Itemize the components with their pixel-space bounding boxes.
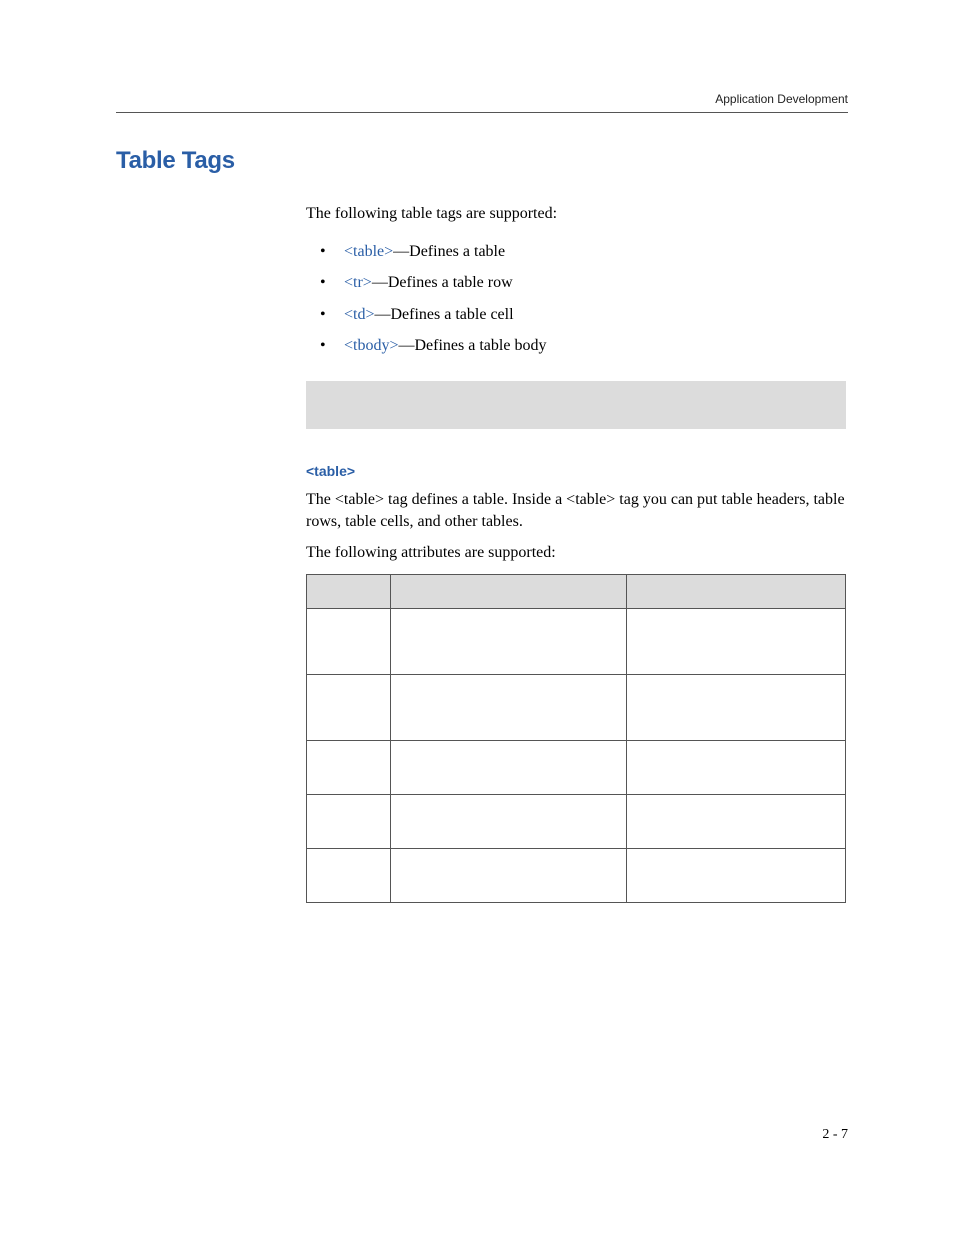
subheading-table: <table> [306,463,846,479]
list-item: <td>—Defines a table cell [306,304,846,326]
table-header-row [307,574,846,608]
header-rule [116,112,848,113]
table-cell [391,848,627,902]
table-cell [627,674,846,740]
page: Application Development Table Tags The f… [0,0,954,1235]
table-cell [307,794,391,848]
note-box [306,381,846,429]
table-cell [307,740,391,794]
list-item: <tbody>—Defines a table body [306,335,846,357]
link-table[interactable]: <table> [344,243,393,260]
table-cell [307,848,391,902]
list-item-desc: —Defines a table [393,243,505,260]
table-cell [391,740,627,794]
table-cell [391,608,627,674]
table-header-cell [627,574,846,608]
table-paragraph-2: The following attributes are supported: [306,542,846,564]
link-td[interactable]: <td> [344,306,375,323]
table-header-cell [391,574,627,608]
table-cell [627,608,846,674]
table-cell [627,848,846,902]
table-cell [627,740,846,794]
link-tr[interactable]: <tr> [344,274,372,291]
list-item-desc: —Defines a table body [399,337,547,354]
table-row [307,740,846,794]
list-item-desc: —Defines a table cell [375,306,514,323]
intro-paragraph: The following table tags are supported: [306,203,846,225]
table-paragraph-1: The <table> tag defines a table. Inside … [306,489,846,532]
section-title: Table Tags [116,147,848,175]
table-cell [391,674,627,740]
list-item: <table>—Defines a table [306,241,846,263]
table-cell [391,794,627,848]
table-row [307,848,846,902]
page-number: 2 - 7 [822,1127,848,1143]
running-head: Application Development [116,92,848,106]
list-item-desc: —Defines a table row [372,274,513,291]
table-row [307,674,846,740]
attributes-table [306,574,846,903]
table-row [307,794,846,848]
table-cell [307,608,391,674]
table-cell [307,674,391,740]
body-column: The following table tags are supported: … [306,203,846,903]
table-header-cell [307,574,391,608]
link-tbody[interactable]: <tbody> [344,337,399,354]
table-row [307,608,846,674]
table-cell [627,794,846,848]
tag-list: <table>—Defines a table <tr>—Defines a t… [306,241,846,357]
list-item: <tr>—Defines a table row [306,272,846,294]
